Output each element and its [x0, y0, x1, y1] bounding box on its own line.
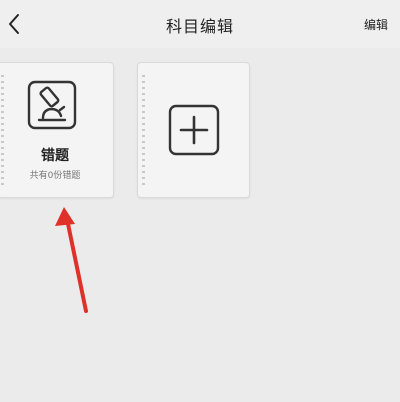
edit-button[interactable]: 编辑 [364, 16, 388, 33]
wrong-questions-label: 错题 [41, 148, 69, 164]
add-subject-card[interactable] [137, 62, 250, 198]
plus-icon [168, 104, 220, 156]
arrow-head [55, 207, 75, 226]
wrong-questions-card[interactable]: 错题 共有0份错题 [0, 62, 114, 198]
annotation-arrow [55, 207, 88, 313]
arrow-shaft [65, 217, 88, 313]
wrong-questions-count: 共有0份错题 [29, 171, 81, 181]
notebook-binding [142, 75, 145, 185]
page-title: 科目编辑 [165, 17, 234, 36]
microscope-icon [27, 80, 77, 130]
top-bar: 科目编辑 编辑 [0, 0, 400, 48]
